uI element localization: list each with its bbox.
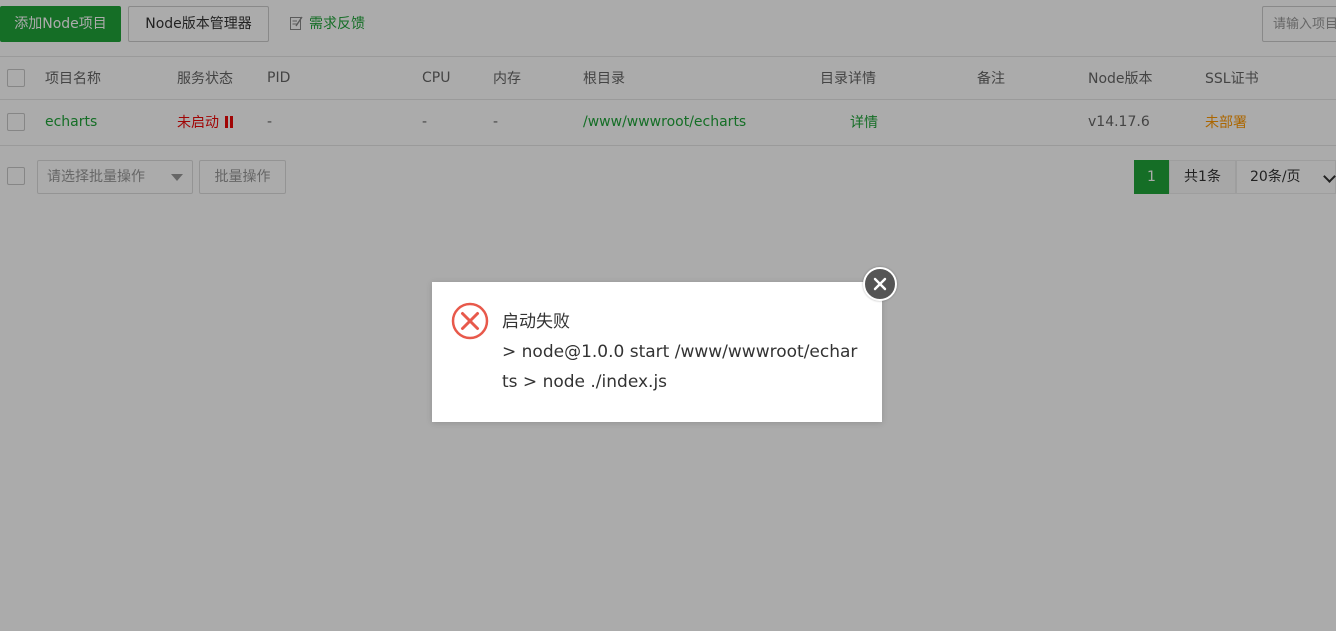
error-circle-icon (451, 302, 489, 340)
error-dialog: 启动失败 > node@1.0.0 start /www/wwwroot/ech… (432, 282, 882, 422)
error-title: 启动失败 (502, 312, 570, 332)
dialog-close-button[interactable] (863, 267, 897, 301)
close-icon (873, 277, 887, 291)
error-line-2: ts > node ./index.js (502, 372, 668, 392)
error-message: 启动失败 > node@1.0.0 start /www/wwwroot/ech… (502, 307, 862, 397)
error-line-1: > node@1.0.0 start /www/wwwroot/echar (502, 342, 858, 362)
